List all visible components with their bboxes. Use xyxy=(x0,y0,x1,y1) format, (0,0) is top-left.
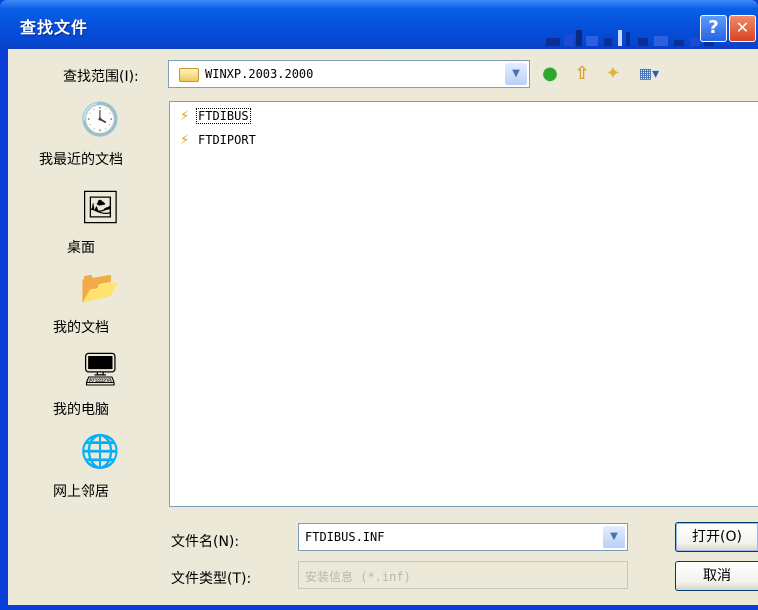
lookin-dropdown[interactable]: WINXP.2003.2000 ▼ xyxy=(168,60,530,88)
filename-value: FTDIBUS.INF xyxy=(305,530,385,544)
my-documents-icon: 📂 xyxy=(80,268,120,306)
file-name: FTDIPORT xyxy=(198,133,256,147)
place-label: 网上邻居 xyxy=(53,484,109,500)
folder-icon xyxy=(179,68,199,82)
network-places-icon: 🌐 xyxy=(80,432,120,470)
close-button[interactable]: ✕ xyxy=(729,15,756,42)
lookin-value: WINXP.2003.2000 xyxy=(205,67,314,81)
place-recent-documents[interactable]: 🕓 我最近的文档 xyxy=(8,99,158,179)
views-menu-icon[interactable]: ▦▾ xyxy=(632,62,666,86)
filetype-select: 安装信息 (*.inf) xyxy=(298,561,628,589)
setup-info-file-icon: ⚡ xyxy=(180,109,190,124)
dialog-body: 查找范围(I): WINXP.2003.2000 ▼ ● ⇧ ✦ ▦▾ 🕓 我最… xyxy=(8,49,758,605)
up-folder-icon[interactable]: ⇧ xyxy=(570,62,594,86)
my-computer-icon: 🖥 xyxy=(80,350,121,388)
new-folder-icon[interactable]: ✦ xyxy=(601,62,625,86)
setup-info-file-icon: ⚡ xyxy=(180,133,190,148)
filename-label: 文件名(N): xyxy=(171,534,240,550)
help-button[interactable]: ? xyxy=(700,15,727,42)
file-name: FTDIBUS xyxy=(196,108,251,124)
filetype-label: 文件类型(T): xyxy=(171,571,252,587)
place-my-documents[interactable]: 📂 我的文档 xyxy=(8,267,158,347)
place-network[interactable]: 🌐 网上邻居 xyxy=(8,431,158,511)
chevron-down-icon[interactable]: ▼ xyxy=(505,63,527,85)
cancel-button[interactable]: 取消 xyxy=(675,561,758,591)
place-label: 我的电脑 xyxy=(53,402,109,418)
open-button[interactable]: 打开(O) xyxy=(675,522,758,552)
places-bar: 🕓 我最近的文档 🖼 桌面 📂 我的文档 🖥 我的电脑 🌐 网上邻居 xyxy=(8,99,158,509)
dialog-title: 查找文件 xyxy=(20,18,89,37)
desktop-icon: 🖼 xyxy=(80,188,121,226)
file-list[interactable]: ⚡ FTDIBUS ⚡ FTDIPORT xyxy=(169,101,758,507)
window-bottom-border xyxy=(0,605,758,610)
lookin-label: 查找范围(I): xyxy=(63,69,139,85)
chevron-down-icon[interactable]: ▼ xyxy=(603,526,625,548)
dialog-window: 查找文件 ? ✕ 查找范围(I): WINXP.2003.2000 ▼ ● ⇧ … xyxy=(0,0,758,610)
recent-documents-icon: 🕓 xyxy=(80,100,120,138)
place-label: 我最近的文档 xyxy=(39,152,123,168)
title-bar[interactable]: 查找文件 ? ✕ xyxy=(0,0,758,49)
filetype-value: 安装信息 (*.inf) xyxy=(305,570,411,584)
place-label: 桌面 xyxy=(67,240,95,256)
place-desktop[interactable]: 🖼 桌面 xyxy=(8,187,158,267)
title-bar-artifact xyxy=(546,30,714,46)
filename-input[interactable]: FTDIBUS.INF ▼ xyxy=(298,523,628,551)
place-label: 我的文档 xyxy=(53,320,109,336)
back-icon[interactable]: ● xyxy=(538,62,562,86)
place-my-computer[interactable]: 🖥 我的电脑 xyxy=(8,349,158,429)
